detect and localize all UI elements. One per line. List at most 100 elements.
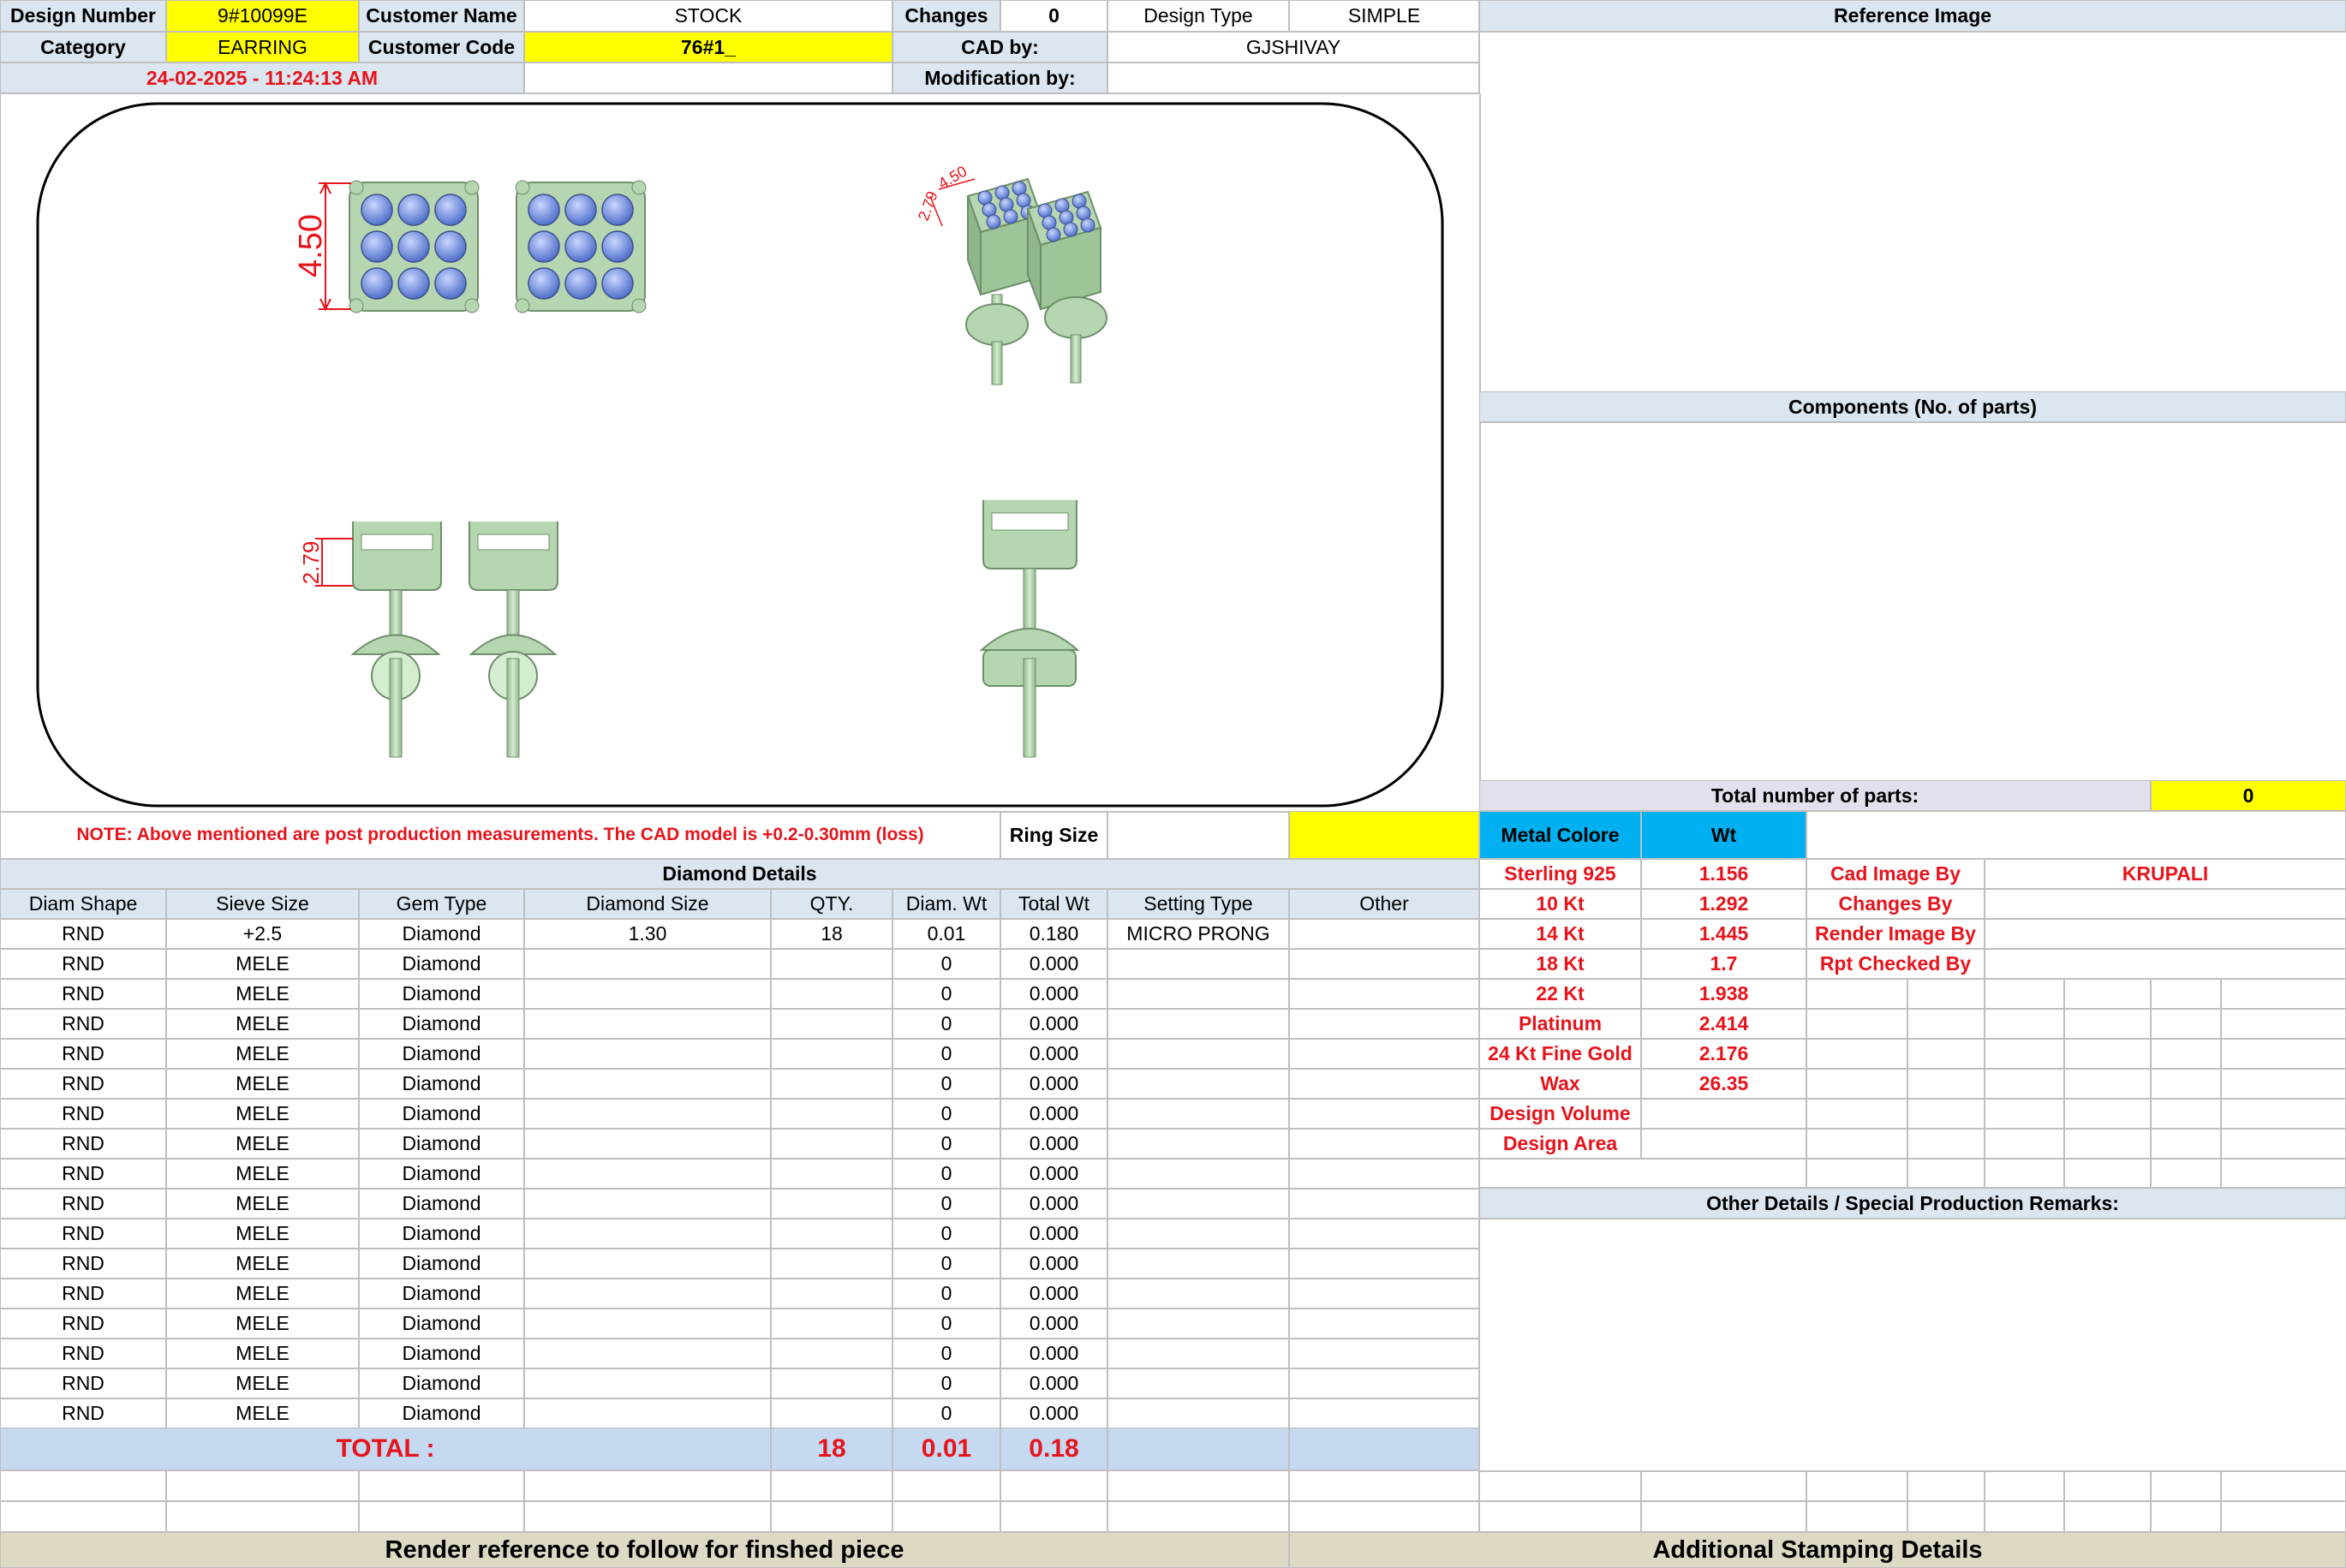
diamond-cell-other[interactable] bbox=[1289, 1159, 1479, 1189]
diamond-cell-gem-type[interactable]: Diamond bbox=[359, 1159, 524, 1189]
diamond-cell-total-wt[interactable]: 0.000 bbox=[1000, 1309, 1107, 1338]
credit-grid-cell[interactable] bbox=[2151, 979, 2221, 1009]
credit-grid-cell[interactable] bbox=[1806, 1009, 1907, 1039]
blank-cell[interactable] bbox=[524, 1470, 771, 1501]
diamond-cell-setting-type[interactable] bbox=[1107, 1368, 1289, 1398]
diamond-cell-setting-type[interactable] bbox=[1107, 1099, 1289, 1129]
diamond-cell-diam-shape[interactable]: RND bbox=[0, 1159, 166, 1189]
credit-grid-cell[interactable] bbox=[2221, 1009, 2346, 1039]
metal-weight[interactable]: 2.414 bbox=[1641, 1009, 1806, 1039]
design-number-value[interactable]: 9#10099E bbox=[166, 0, 359, 32]
blank-cell[interactable] bbox=[1479, 1470, 1641, 1501]
credit-grid-cell[interactable] bbox=[1985, 1159, 2064, 1188]
diamond-cell-qty[interactable] bbox=[771, 1368, 892, 1398]
diamond-cell-diam-shape[interactable]: RND bbox=[0, 1039, 166, 1069]
diamond-cell-qty[interactable] bbox=[771, 1129, 892, 1159]
credit-grid-cell[interactable] bbox=[2151, 1129, 2221, 1159]
total-parts-value[interactable]: 0 bbox=[2151, 780, 2346, 811]
credit-grid-cell[interactable] bbox=[2064, 1009, 2151, 1039]
diamond-cell-qty[interactable] bbox=[771, 1249, 892, 1279]
diamond-cell-total-wt[interactable]: 0.000 bbox=[1000, 949, 1107, 979]
customer-name-value[interactable]: STOCK bbox=[524, 0, 892, 32]
diamond-cell-total-wt[interactable]: 0.000 bbox=[1000, 1249, 1107, 1279]
credit-grid-cell[interactable] bbox=[1907, 1069, 1985, 1099]
diamond-cell-diamond-size[interactable] bbox=[524, 1129, 771, 1159]
credit-value[interactable] bbox=[1985, 889, 2346, 919]
diamond-cell-sieve-size[interactable]: MELE bbox=[166, 1009, 359, 1039]
diamond-cell-qty[interactable] bbox=[771, 1069, 892, 1099]
diamond-cell-total-wt[interactable]: 0.000 bbox=[1000, 1099, 1107, 1129]
diamond-cell-other[interactable] bbox=[1289, 1338, 1479, 1368]
diamond-cell-diam-wt[interactable]: 0 bbox=[892, 1189, 1000, 1219]
diamond-cell-diam-wt[interactable]: 0 bbox=[892, 1069, 1000, 1099]
credit-grid-cell[interactable] bbox=[1806, 1159, 1907, 1188]
blank-cell[interactable] bbox=[2151, 1470, 2221, 1501]
diamond-cell-diamond-size[interactable] bbox=[524, 1398, 771, 1428]
diamond-cell-diam-shape[interactable]: RND bbox=[0, 949, 166, 979]
diamond-cell-setting-type[interactable]: MICRO PRONG bbox=[1107, 919, 1289, 949]
ring-size-value[interactable] bbox=[1107, 811, 1289, 859]
diamond-cell-setting-type[interactable] bbox=[1107, 949, 1289, 979]
blank-cell[interactable] bbox=[1806, 1470, 1907, 1501]
diamond-cell-gem-type[interactable]: Diamond bbox=[359, 1279, 524, 1309]
metal-weight[interactable]: 1.292 bbox=[1641, 889, 1806, 919]
diamond-cell-diam-shape[interactable]: RND bbox=[0, 1309, 166, 1338]
credit-grid-cell[interactable] bbox=[2221, 1099, 2346, 1129]
diamond-cell-diamond-size[interactable] bbox=[524, 1069, 771, 1099]
diamond-cell-diamond-size[interactable] bbox=[524, 1279, 771, 1309]
diamond-cell-diamond-size[interactable] bbox=[524, 1159, 771, 1189]
diamond-cell-other[interactable] bbox=[1289, 1398, 1479, 1428]
diamond-cell-qty[interactable] bbox=[771, 949, 892, 979]
diamond-cell-qty[interactable] bbox=[771, 1189, 892, 1219]
blank-cell[interactable] bbox=[359, 1470, 524, 1501]
diamond-cell-gem-type[interactable]: Diamond bbox=[359, 1039, 524, 1069]
diamond-cell-sieve-size[interactable]: MELE bbox=[166, 1309, 359, 1338]
diamond-cell-gem-type[interactable]: Diamond bbox=[359, 1009, 524, 1039]
diamond-cell-other[interactable] bbox=[1289, 1368, 1479, 1398]
diamond-cell-setting-type[interactable] bbox=[1107, 1189, 1289, 1219]
diamond-cell-diam-shape[interactable]: RND bbox=[0, 1189, 166, 1219]
diamond-cell-sieve-size[interactable]: MELE bbox=[166, 1099, 359, 1129]
diamond-cell-other[interactable] bbox=[1289, 1039, 1479, 1069]
diamond-cell-gem-type[interactable]: Diamond bbox=[359, 1368, 524, 1398]
diamond-cell-gem-type[interactable]: Diamond bbox=[359, 1249, 524, 1279]
credit-grid-cell[interactable] bbox=[2221, 1159, 2346, 1188]
diamond-cell-diamond-size[interactable] bbox=[524, 1368, 771, 1398]
credit-grid-cell[interactable] bbox=[1907, 1129, 1985, 1159]
diamond-cell-setting-type[interactable] bbox=[1107, 1279, 1289, 1309]
diamond-cell-sieve-size[interactable]: MELE bbox=[166, 1219, 359, 1249]
diamond-cell-total-wt[interactable]: 0.000 bbox=[1000, 979, 1107, 1009]
diamond-cell-other[interactable] bbox=[1289, 979, 1479, 1009]
diamond-cell-diam-shape[interactable]: RND bbox=[0, 1069, 166, 1099]
diamond-cell-setting-type[interactable] bbox=[1107, 1129, 1289, 1159]
diamond-cell-other[interactable] bbox=[1289, 1279, 1479, 1309]
blank-cell[interactable] bbox=[1289, 1501, 1479, 1532]
category-value[interactable]: EARRING bbox=[166, 32, 359, 63]
credit-grid-cell[interactable] bbox=[2064, 979, 2151, 1009]
blank-cell[interactable] bbox=[2221, 1501, 2346, 1532]
diamond-cell-diam-shape[interactable]: RND bbox=[0, 1338, 166, 1368]
diamond-cell-diam-wt[interactable]: 0 bbox=[892, 1159, 1000, 1189]
blank-cell[interactable] bbox=[892, 1501, 1000, 1532]
blank-cell[interactable] bbox=[0, 1501, 166, 1532]
diamond-cell-gem-type[interactable]: Diamond bbox=[359, 919, 524, 949]
diamond-cell-total-wt[interactable]: 0.000 bbox=[1000, 1159, 1107, 1189]
credit-grid-cell[interactable] bbox=[1907, 1099, 1985, 1129]
credit-grid-cell[interactable] bbox=[1985, 1129, 2064, 1159]
diamond-cell-sieve-size[interactable]: MELE bbox=[166, 1069, 359, 1099]
diamond-cell-diam-wt[interactable]: 0 bbox=[892, 1129, 1000, 1159]
diamond-cell-diam-shape[interactable]: RND bbox=[0, 979, 166, 1009]
diamond-cell-sieve-size[interactable]: MELE bbox=[166, 1249, 359, 1279]
diamond-cell-diamond-size[interactable] bbox=[524, 979, 771, 1009]
credit-grid-cell[interactable] bbox=[2151, 1069, 2221, 1099]
blank-cell[interactable] bbox=[524, 1501, 771, 1532]
credit-grid-cell[interactable] bbox=[1907, 979, 1985, 1009]
diamond-cell-diam-wt[interactable]: 0 bbox=[892, 1398, 1000, 1428]
credit-grid-cell[interactable] bbox=[2064, 1099, 2151, 1129]
diamond-cell-sieve-size[interactable]: +2.5 bbox=[166, 919, 359, 949]
credit-grid-cell[interactable] bbox=[2221, 979, 2346, 1009]
diamond-cell-sieve-size[interactable]: MELE bbox=[166, 1129, 359, 1159]
credit-grid-cell[interactable] bbox=[2221, 1039, 2346, 1069]
diamond-cell-setting-type[interactable] bbox=[1107, 1338, 1289, 1368]
credit-grid-cell[interactable] bbox=[2151, 1039, 2221, 1069]
